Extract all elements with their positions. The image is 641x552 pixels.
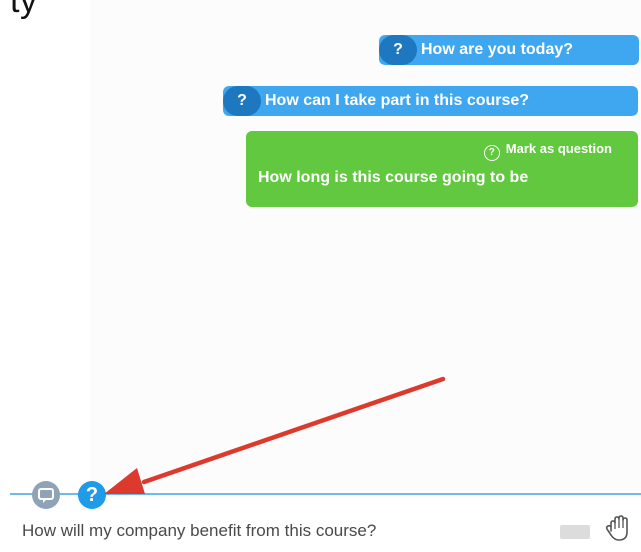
mark-as-question-button[interactable]: ? Mark as question	[258, 139, 626, 161]
message-bubble: ? Mark as question How long is this cours…	[246, 131, 638, 207]
chat-screen: ty ? How are you today? ? How can I take…	[0, 0, 641, 552]
question-icon: ?	[379, 35, 417, 65]
chat-icon	[38, 488, 54, 503]
partial-heading-text: ty	[10, 0, 38, 20]
question-text: How are you today?	[421, 41, 574, 58]
raise-hand-icon[interactable]	[604, 512, 632, 544]
question-icon: ?	[223, 86, 261, 116]
message-input[interactable]	[22, 516, 527, 546]
chat-tab-button[interactable]	[32, 481, 60, 509]
mark-as-question-label: Mark as question	[505, 141, 612, 156]
question-icon: ?	[85, 484, 99, 506]
question-tab-button[interactable]: ?	[78, 481, 106, 509]
question-bubble: ? How can I take part in this course?	[223, 86, 638, 116]
question-bubble: ? How are you today?	[379, 35, 639, 65]
message-text: How long is this course going to be	[258, 169, 529, 186]
question-text: How can I take part in this course?	[265, 92, 530, 109]
message-list	[90, 0, 641, 490]
question-outline-icon: ?	[483, 145, 500, 161]
send-toggle[interactable]	[560, 525, 590, 539]
